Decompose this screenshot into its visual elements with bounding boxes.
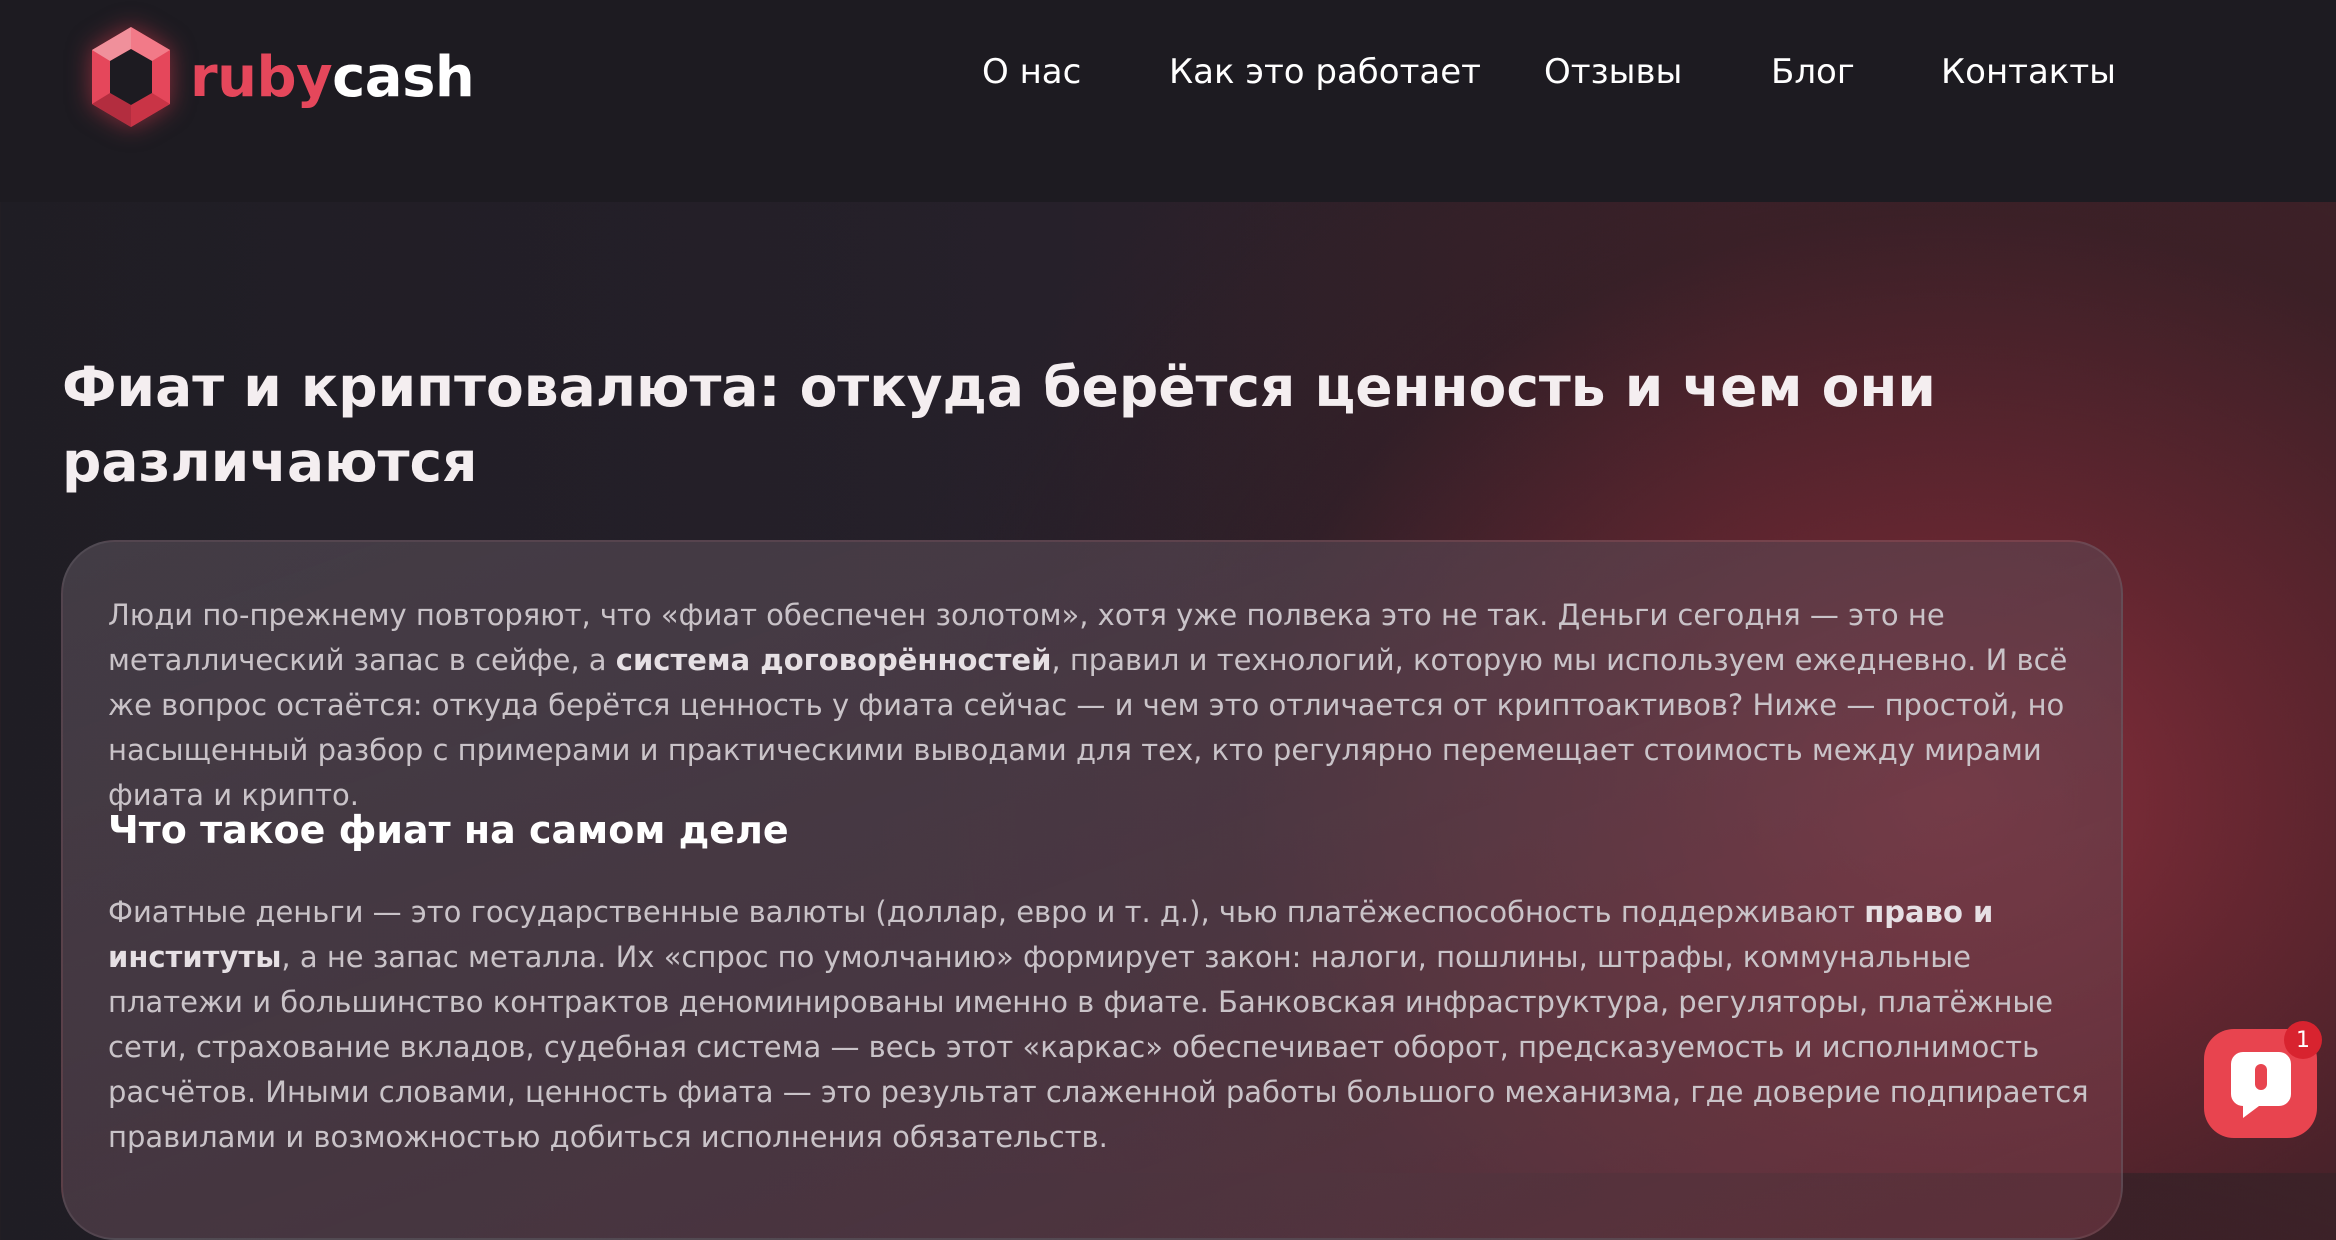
site-header: rubycash О нас Как это работает Отзывы Б… — [0, 0, 2336, 202]
nav-blog[interactable]: Блог — [1771, 52, 1855, 104]
nav-how-it-works[interactable]: Как это работает — [1169, 52, 1481, 104]
chat-notification-badge: 1 — [2284, 1021, 2322, 1059]
article-title: Фиат и криптовалюта: откуда берётся ценн… — [62, 355, 1936, 494]
section-paragraph: Фиатные деньги — это государственные вал… — [108, 890, 2098, 1160]
nav-contacts-label: Контакты — [1941, 52, 2116, 92]
nav-blog-label: Блог — [1771, 52, 1855, 92]
logo-text: rubycash — [190, 44, 475, 110]
nav-reviews[interactable]: Отзывы — [1544, 52, 1682, 104]
nav-contacts[interactable]: Контакты — [1941, 52, 2116, 104]
intro-paragraph: Люди по-прежнему повторяют, что «фиат об… — [108, 593, 2098, 818]
ruby-gem-icon — [92, 27, 170, 127]
intro-bold: система договорённостей — [615, 643, 1052, 677]
nav-about[interactable]: О нас — [982, 52, 1081, 104]
chat-bubble-icon — [2230, 1051, 2291, 1118]
section-heading: Что такое фиат на самом деле — [108, 808, 789, 852]
section-text-2: , а не запас металла. Их «спрос по умолч… — [108, 940, 2089, 1154]
nav-reviews-label: Отзывы — [1544, 52, 1683, 92]
section-text-1: Фиатные деньги — это государственные вал… — [108, 895, 1865, 929]
logo[interactable]: rubycash — [88, 24, 475, 130]
logo-text-ruby: ruby — [190, 44, 333, 110]
nav-about-label: О нас — [982, 52, 1082, 92]
logo-text-cash: cash — [332, 44, 475, 110]
nav-how-it-works-label: Как это работает — [1169, 52, 1481, 92]
